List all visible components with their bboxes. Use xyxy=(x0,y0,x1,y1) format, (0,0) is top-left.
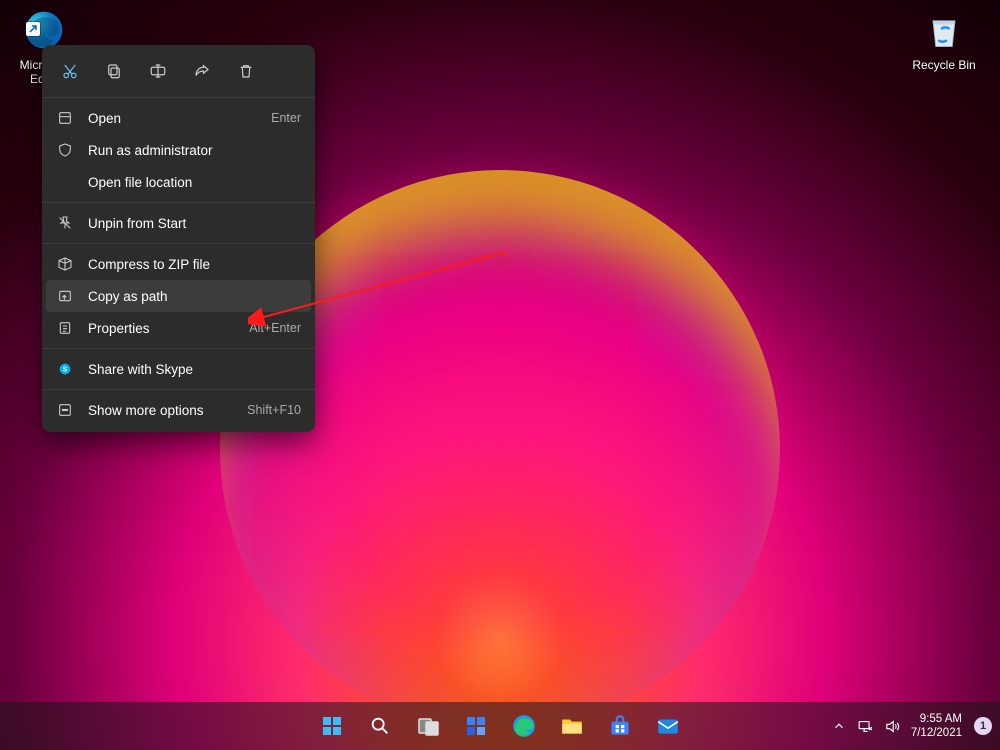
menu-item-label: Copy as path xyxy=(88,289,301,304)
menu-item-label: Show more options xyxy=(88,403,233,418)
copy-path-icon xyxy=(56,287,74,305)
tray-icons[interactable] xyxy=(857,718,901,735)
desktop-icon-recycle-bin[interactable]: Recycle Bin xyxy=(906,6,982,72)
context-menu-toolbar xyxy=(42,51,315,93)
desktop-icon-label: Recycle Bin xyxy=(912,58,975,72)
svg-text:S: S xyxy=(63,365,68,374)
menu-item-compress-zip[interactable]: Compress to ZIP file xyxy=(42,248,315,280)
open-icon xyxy=(56,109,74,127)
context-menu: Open Enter Run as administrator Open fil… xyxy=(42,45,315,432)
shield-icon xyxy=(56,141,74,159)
copy-icon[interactable] xyxy=(102,59,126,83)
tray-overflow-button[interactable] xyxy=(827,706,851,746)
taskbar: 9:55 AM 7/12/2021 1 xyxy=(0,702,1000,750)
cut-icon[interactable] xyxy=(58,59,82,83)
volume-icon[interactable] xyxy=(884,718,901,735)
menu-item-open-file-location[interactable]: Open file location xyxy=(42,166,315,198)
menu-item-shortcut: Enter xyxy=(271,111,301,125)
taskbar-clock[interactable]: 9:55 AM 7/12/2021 xyxy=(911,712,962,741)
menu-item-properties[interactable]: Properties Alt+Enter xyxy=(42,312,315,344)
menu-item-label: Open xyxy=(88,111,257,126)
menu-separator xyxy=(42,348,315,349)
menu-item-label: Open file location xyxy=(88,175,301,190)
menu-item-share-with-skype[interactable]: S Share with Skype xyxy=(42,353,315,385)
menu-item-shortcut: Alt+Enter xyxy=(249,321,301,335)
menu-item-copy-as-path[interactable]: Copy as path xyxy=(46,280,311,312)
zip-icon xyxy=(56,255,74,273)
notification-center-button[interactable]: 1 xyxy=(974,717,992,735)
rename-icon[interactable] xyxy=(146,59,170,83)
taskbar-app-mail[interactable] xyxy=(648,706,688,746)
menu-item-open[interactable]: Open Enter xyxy=(42,102,315,134)
taskbar-app-store[interactable] xyxy=(600,706,640,746)
network-icon[interactable] xyxy=(857,718,874,735)
search-button[interactable] xyxy=(360,706,400,746)
start-button[interactable] xyxy=(312,706,352,746)
menu-item-label: Run as administrator xyxy=(88,143,301,158)
menu-separator xyxy=(42,97,315,98)
menu-separator xyxy=(42,389,315,390)
more-icon xyxy=(56,401,74,419)
taskbar-center xyxy=(312,702,688,750)
task-view-button[interactable] xyxy=(408,706,448,746)
menu-separator xyxy=(42,243,315,244)
menu-separator xyxy=(42,202,315,203)
menu-item-label: Share with Skype xyxy=(88,362,301,377)
shortcut-arrow-icon xyxy=(26,22,40,36)
menu-item-label: Properties xyxy=(88,321,235,336)
taskbar-app-explorer[interactable] xyxy=(552,706,592,746)
recycle-bin-icon xyxy=(920,6,968,54)
desktop-wallpaper: Microsoft Edge Recycle Bin Open Enter xyxy=(0,0,1000,750)
share-icon[interactable] xyxy=(190,59,214,83)
clock-time: 9:55 AM xyxy=(920,712,962,726)
menu-item-unpin-from-start[interactable]: Unpin from Start xyxy=(42,207,315,239)
taskbar-app-edge[interactable] xyxy=(504,706,544,746)
delete-icon[interactable] xyxy=(234,59,258,83)
properties-icon xyxy=(56,319,74,337)
taskbar-system-tray: 9:55 AM 7/12/2021 1 xyxy=(827,702,992,750)
clock-date: 7/12/2021 xyxy=(911,726,962,740)
menu-item-show-more-options[interactable]: Show more options Shift+F10 xyxy=(42,394,315,426)
unpin-icon xyxy=(56,214,74,232)
menu-item-label: Compress to ZIP file xyxy=(88,257,301,272)
menu-item-run-as-admin[interactable]: Run as administrator xyxy=(42,134,315,166)
widgets-button[interactable] xyxy=(456,706,496,746)
notification-count: 1 xyxy=(980,720,986,732)
skype-icon: S xyxy=(56,360,74,378)
menu-item-shortcut: Shift+F10 xyxy=(247,403,301,417)
menu-item-label: Unpin from Start xyxy=(88,216,301,231)
